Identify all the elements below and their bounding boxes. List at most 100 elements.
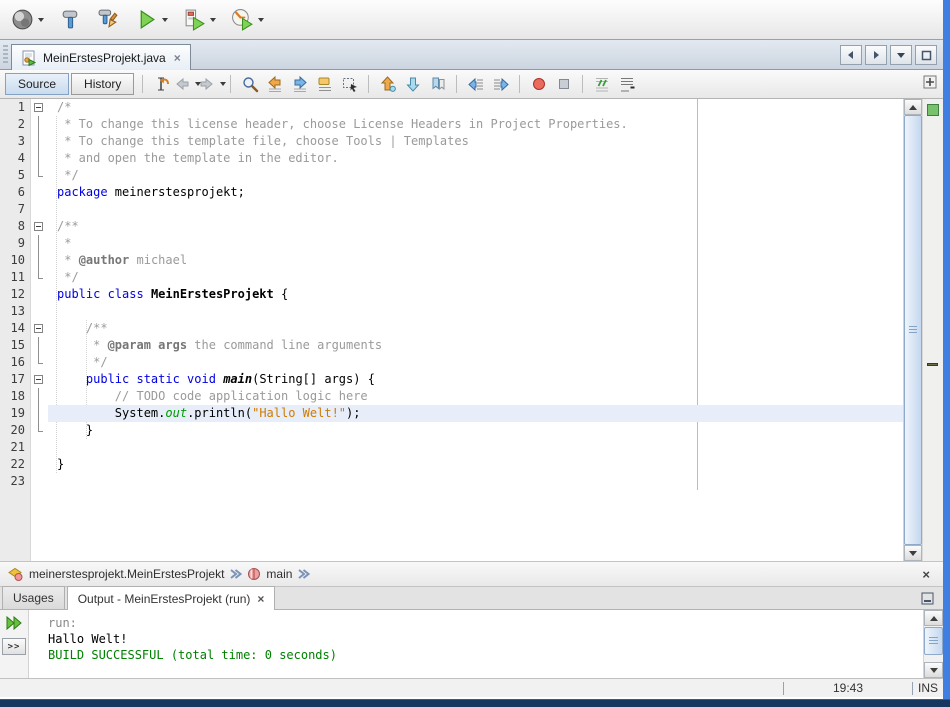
code-line[interactable]: * and open the template in the editor. bbox=[48, 150, 903, 167]
code-line[interactable]: */ bbox=[48, 269, 903, 286]
globe-button[interactable] bbox=[6, 5, 48, 35]
line-number: 2 bbox=[0, 116, 30, 133]
minimize-window-group-button[interactable] bbox=[919, 591, 935, 605]
code-line[interactable] bbox=[48, 439, 903, 456]
previous-bookmark-button[interactable] bbox=[376, 73, 399, 96]
forward-button[interactable] bbox=[200, 73, 223, 96]
shift-line-left-button[interactable] bbox=[464, 73, 487, 96]
toggle-highlight-search-button[interactable] bbox=[313, 73, 336, 96]
scroll-tabs-left-button[interactable] bbox=[840, 45, 862, 65]
code-line[interactable]: * @author michael bbox=[48, 252, 903, 269]
breadcrumb-item[interactable]: meinerstesprojekt.MeinErstesProjekt bbox=[7, 566, 224, 582]
output-scroll-up-button[interactable] bbox=[924, 610, 943, 626]
window-frame-right bbox=[943, 0, 950, 699]
code-token-comment: */ bbox=[57, 270, 79, 284]
error-stripe[interactable] bbox=[922, 99, 943, 561]
code-line[interactable]: package meinerstesprojekt; bbox=[48, 184, 903, 201]
scroll-down-button[interactable] bbox=[904, 545, 922, 561]
back-button[interactable] bbox=[175, 73, 198, 96]
uncomment-button[interactable] bbox=[615, 73, 638, 96]
breadcrumb-label: main bbox=[266, 567, 292, 581]
tab-output-run[interactable]: Output - MeinErstesProjekt (run) × bbox=[67, 586, 276, 610]
code-line[interactable]: * To change this template file, choose T… bbox=[48, 133, 903, 150]
code-line-current[interactable]: System.out.println("Hallo Welt!"); bbox=[48, 405, 903, 422]
code-line[interactable] bbox=[48, 473, 903, 490]
code-line[interactable]: public class MeinErstesProjekt { bbox=[48, 286, 903, 303]
maximize-button[interactable] bbox=[915, 45, 937, 65]
code-line[interactable]: } bbox=[48, 456, 903, 473]
code-line[interactable]: * @param args the command line arguments bbox=[48, 337, 903, 354]
dropdown-arrow-icon[interactable] bbox=[162, 18, 168, 22]
code-text-area[interactable]: /* * To change this license header, choo… bbox=[48, 99, 903, 561]
breadcrumb-close-icon[interactable]: × bbox=[922, 567, 936, 582]
scroll-up-button[interactable] bbox=[904, 99, 922, 115]
output-tab-bar: Usages Output - MeinErstesProjekt (run) … bbox=[0, 587, 943, 610]
scrollbar-thumb[interactable] bbox=[904, 115, 922, 545]
no-errors-badge[interactable] bbox=[927, 104, 939, 116]
output-scroll-down-button[interactable] bbox=[924, 662, 943, 678]
find-previous-button[interactable] bbox=[263, 73, 286, 96]
dropdown-icon bbox=[896, 50, 906, 60]
breadcrumb-item[interactable]: main bbox=[247, 567, 292, 581]
code-token-plain: System. bbox=[57, 406, 165, 420]
build-project-button[interactable] bbox=[54, 5, 86, 35]
output-vertical-scrollbar[interactable] bbox=[923, 610, 943, 678]
find-selection-button[interactable] bbox=[238, 73, 261, 96]
code-line[interactable]: /** bbox=[48, 218, 903, 235]
chevron-icon[interactable] bbox=[229, 568, 242, 580]
dropdown-arrow-icon[interactable] bbox=[210, 18, 216, 22]
code-line[interactable]: */ bbox=[48, 354, 903, 371]
tab-close-icon[interactable]: × bbox=[174, 51, 181, 65]
code-line[interactable]: public static void main(String[] args) { bbox=[48, 371, 903, 388]
next-bookmark-button[interactable] bbox=[401, 73, 424, 96]
editor-toolbar-overflow-button[interactable] bbox=[923, 75, 937, 89]
clean-and-build-button[interactable] bbox=[92, 5, 124, 35]
fold-toggle-icon[interactable] bbox=[31, 320, 48, 337]
stop-macro-recording-button[interactable] bbox=[552, 73, 575, 96]
output-tab-close-icon[interactable]: × bbox=[257, 592, 264, 606]
code-line[interactable] bbox=[48, 303, 903, 320]
ant-options-button[interactable]: >> bbox=[2, 638, 26, 655]
code-line[interactable]: * bbox=[48, 235, 903, 252]
comment-button[interactable] bbox=[590, 73, 613, 96]
output-scrollbar-thumb[interactable] bbox=[924, 627, 943, 655]
jump-last-edit-button[interactable] bbox=[150, 73, 173, 96]
source-view-button[interactable]: Source bbox=[5, 73, 69, 95]
tab-list-button[interactable] bbox=[890, 45, 912, 65]
profile-project-button[interactable] bbox=[226, 5, 268, 35]
code-line[interactable]: */ bbox=[48, 167, 903, 184]
code-line[interactable]: } bbox=[48, 422, 903, 439]
debug-project-button[interactable] bbox=[178, 5, 220, 35]
tab-drag-grip[interactable] bbox=[3, 45, 8, 65]
fold-toggle-icon[interactable] bbox=[31, 218, 48, 235]
code-line[interactable]: /* bbox=[48, 99, 903, 116]
start-macro-recording-button[interactable] bbox=[527, 73, 550, 96]
code-line[interactable]: /** bbox=[48, 320, 903, 337]
find-next-button[interactable] bbox=[288, 73, 311, 96]
shift-line-right-button[interactable] bbox=[489, 73, 512, 96]
line-number: 19 bbox=[0, 405, 30, 422]
toggle-bookmark-button[interactable] bbox=[426, 73, 449, 96]
output-panel: >> run:Hallo Welt!BUILD SUCCESSFUL (tota… bbox=[0, 610, 943, 678]
fold-toggle-icon[interactable] bbox=[31, 371, 48, 388]
code-line[interactable] bbox=[48, 201, 903, 218]
fold-toggle-icon[interactable] bbox=[31, 99, 48, 116]
arrow-right-icon bbox=[871, 50, 881, 60]
code-token-plain: } bbox=[57, 423, 93, 437]
history-view-button[interactable]: History bbox=[71, 73, 134, 95]
scroll-tabs-right-button[interactable] bbox=[865, 45, 887, 65]
tab-meinerstesprojekt-java[interactable]: MeinErstesProjekt.java × bbox=[11, 44, 191, 70]
insert-mode-indicator: INS bbox=[913, 681, 943, 695]
editor-vertical-scrollbar[interactable] bbox=[903, 99, 922, 561]
output-console[interactable]: run:Hallo Welt!BUILD SUCCESSFUL (total t… bbox=[29, 610, 923, 678]
code-line[interactable]: // TODO code application logic here bbox=[48, 388, 903, 405]
toggle-rectangular-selection-button[interactable] bbox=[338, 73, 361, 96]
dropdown-arrow-icon[interactable] bbox=[220, 82, 226, 86]
rerun-button[interactable] bbox=[4, 614, 24, 631]
chevron-icon[interactable] bbox=[297, 568, 310, 580]
dropdown-arrow-icon[interactable] bbox=[38, 18, 44, 22]
tab-usages[interactable]: Usages bbox=[2, 586, 65, 609]
dropdown-arrow-icon[interactable] bbox=[258, 18, 264, 22]
code-line[interactable]: * To change this license header, choose … bbox=[48, 116, 903, 133]
run-project-button[interactable] bbox=[130, 5, 172, 35]
